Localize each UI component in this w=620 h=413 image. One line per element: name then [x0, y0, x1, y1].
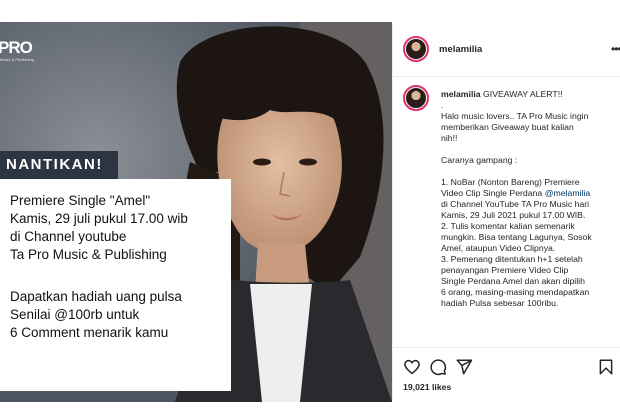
caption-line: 1. NoBar (Nonton Bareng) Premiere — [441, 177, 580, 187]
caption-line: memberikan Giveaway buat kalian — [441, 122, 574, 132]
info-line: Ta Pro Music & Publishing — [10, 247, 167, 262]
caption-title-line: melamilia GIVEAWAY ALERT!! — [441, 89, 563, 100]
info-line: Kamis, 29 juli pukul 17.00 wib — [10, 211, 188, 226]
action-bar: 19,021 likes — [393, 347, 620, 403]
info-line: 6 Comment menarik kamu — [10, 325, 169, 340]
post-username[interactable]: melamilia — [439, 44, 482, 55]
caption-line: 3. Pemenang ditentukan h+1 setelah — [441, 254, 583, 264]
caption-title: GIVEAWAY ALERT!! — [483, 89, 563, 99]
like-count[interactable]: 19,021 likes — [403, 382, 451, 392]
mention-link[interactable]: @melamilia — [545, 188, 591, 198]
caption-line: nih!! — [441, 133, 458, 143]
caption-line: Halo music lovers.. TA Pro Music ingin — [441, 111, 589, 121]
caption-line: penayangan Premiere Video Clip — [441, 265, 569, 275]
send-icon[interactable] — [455, 358, 473, 376]
comment-icon[interactable] — [429, 358, 447, 376]
post-image[interactable]: PRO Music & Publishing NANTIKAN! Premier… — [0, 22, 392, 402]
caption-line: hadiah Pulsa sebesar 100ribu. — [441, 298, 559, 308]
caption-avatar[interactable] — [403, 85, 429, 111]
banner-text: NANTIKAN! — [6, 156, 103, 173]
caption-line: di Channel YouTube TA Pro Music hari — [441, 199, 590, 209]
more-horizontal-icon[interactable]: ••• — [611, 42, 620, 56]
brand-logo: PRO — [0, 38, 33, 57]
caption-username[interactable]: melamilia — [441, 89, 481, 99]
caption-line: Kamis, 29 Juli 2021 pukul 17.00 WIB. — [441, 210, 586, 220]
caption-line: . — [441, 100, 444, 110]
nantikan-banner: NANTIKAN! — [0, 151, 118, 179]
caption-line: Caranya gampang : — [441, 155, 518, 165]
info-line: Senilai @100rb untuk — [10, 307, 140, 322]
caption-line: Single Perdana Amel dan akan dipilih — [441, 276, 585, 286]
caption-line: 2. Tulis komentar kalian semenarik — [441, 221, 575, 231]
avatar[interactable] — [403, 36, 429, 62]
info-line: di Channel youtube — [10, 229, 127, 244]
info-line: Dapatkan hadiah uang pulsa — [10, 289, 182, 304]
brand-subtext: Music & Publishing — [0, 57, 34, 62]
caption-line: 6 orang, masing-masing mendapatkan — [441, 287, 590, 297]
bookmark-icon[interactable] — [597, 358, 615, 376]
info-card: Premiere Single "Amel" Kamis, 29 juli pu… — [0, 179, 231, 391]
heart-icon[interactable] — [403, 358, 421, 376]
caption-line: Amel, ataupun Video Clipnya. — [441, 243, 556, 253]
info-line: Premiere Single "Amel" — [10, 193, 151, 208]
post-details-panel: melamilia ••• melamilia GIVEAWAY ALERT!!… — [392, 22, 620, 403]
caption-line: mungkin. Bisa tentang Lagunya, Sosok — [441, 232, 592, 242]
post-header: melamilia ••• — [393, 22, 620, 77]
caption-line: Video Clip Single Perdana @melamilia — [441, 188, 590, 199]
caption-text: Video Clip Single Perdana — [441, 188, 543, 198]
